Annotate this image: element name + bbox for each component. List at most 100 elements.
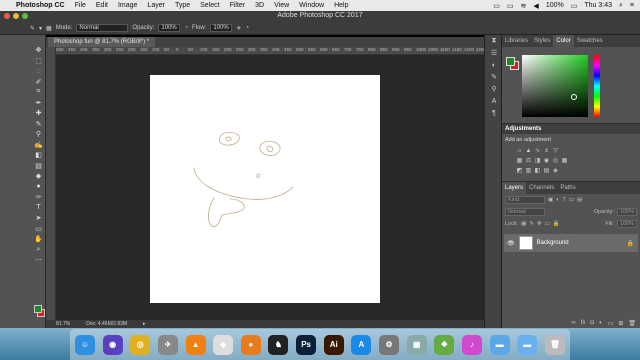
photo-filter-icon[interactable]: ◉ [543,158,550,165]
path-select-tool-icon[interactable]: ➤ [33,213,44,224]
selective-color-icon[interactable]: ◈ [552,168,559,175]
adjust-panel-icon[interactable]: ◐ [485,59,503,71]
hue-slider[interactable] [594,55,600,117]
new-layer-icon[interactable]: ⊞ [618,320,623,327]
trash-icon[interactable]: 🗑 [544,334,565,355]
menu-edit[interactable]: Edit [96,2,108,9]
document-tab[interactable]: Photoshop fun @ 81.7% (RGB/8*) * [48,37,156,47]
eraser-tool-icon[interactable]: ◧ [33,150,44,161]
adjustments-title[interactable]: Adjustments [502,124,640,134]
menu-view[interactable]: View [274,2,289,9]
mode-select[interactable]: Normal [76,24,129,32]
curves-icon[interactable]: ∿ [534,148,541,155]
status-arrow-icon[interactable]: ▸ [143,321,146,327]
brush-preset-picker[interactable]: ▾ [39,25,42,32]
new-adjustment-icon[interactable]: ◐ [599,320,603,326]
menu-layer[interactable]: Layer [147,2,165,9]
marquee-tool-icon[interactable]: ⬚ [33,56,44,67]
folder-icon[interactable]: ▬ [489,334,510,355]
properties-panel-icon[interactable]: ☰ [485,47,503,59]
opacity-field[interactable]: 100% [158,24,181,32]
tab-channels[interactable]: Channels [526,185,557,191]
volume-icon[interactable]: ◀ [533,2,538,10]
unity-icon[interactable]: ◆ [213,334,234,355]
photoshop-icon[interactable]: Ps [296,334,317,355]
clock[interactable]: Thu 3:43 [584,2,612,9]
add-mask-icon[interactable]: ◘ [590,320,594,326]
wifi-icon[interactable]: ≋ [521,2,527,10]
type-tool-icon[interactable]: T [33,203,44,214]
brush-settings-panel-icon[interactable]: ✎ [485,71,503,83]
black-white-icon[interactable]: ◨ [534,158,541,165]
new-group-icon[interactable]: ▭ [608,320,614,327]
color-lookup-icon[interactable]: ▦ [561,158,568,165]
levels-icon[interactable]: ▲ [525,148,532,155]
airplay-icon[interactable]: ▭ [507,2,514,10]
lock-artboard-icon[interactable]: ▭ [545,221,550,227]
pressure-opacity-icon[interactable]: ◔ [184,25,188,31]
battery-icon[interactable]: ▭ [571,2,578,10]
menu-help[interactable]: Help [334,2,348,9]
filter-type-icon[interactable]: T [563,197,566,203]
display-icon[interactable]: ▭ [493,2,500,10]
visibility-eye-icon[interactable]: 👁 [507,240,515,247]
color-balance-icon[interactable]: ⚖ [525,158,532,165]
threshold-icon[interactable]: ◧ [534,168,541,175]
hue-saturation-icon[interactable]: ▦ [516,158,523,165]
notification-icon[interactable]: ≡ [630,2,634,9]
tab-paths[interactable]: Paths [557,185,578,191]
vlc-icon[interactable]: ▲ [185,334,206,355]
posterize-icon[interactable]: ▥ [525,168,532,175]
lock-position-icon[interactable]: ✥ [537,221,542,227]
airbrush-icon[interactable]: ✈ [236,25,241,32]
hand-tool-icon[interactable]: ✋ [33,234,44,245]
link-layers-icon[interactable]: ∞ [571,320,575,326]
illustrator-icon[interactable]: Ai [323,334,344,355]
color-picker-cursor[interactable] [571,94,577,100]
flow-field[interactable]: 100% [210,24,233,32]
lasso-tool-icon[interactable]: ◌ [33,66,44,77]
clone-source-panel-icon[interactable]: ⚲ [485,83,503,95]
launchpad-icon[interactable]: ✈ [157,334,178,355]
finder-icon[interactable]: ☺ [75,334,95,355]
history-panel-icon[interactable]: ⧗ [485,35,503,47]
quick-select-tool-icon[interactable]: ✐ [33,77,44,88]
vertical-ruler[interactable] [46,47,56,320]
exposure-icon[interactable]: ± [543,148,550,155]
filter-pixel-icon[interactable]: ▣ [548,197,553,203]
blur-tool-icon[interactable]: ◆ [33,171,44,182]
battery-percent[interactable]: 100% [546,2,564,9]
fill-field[interactable]: 100% [616,220,637,228]
doc-size[interactable]: Doc: 4.46M/2.83M [86,321,127,327]
clone-stamp-tool-icon[interactable]: ⚲ [33,129,44,140]
lock-all-icon[interactable]: 🔒 [553,221,560,227]
lock-paint-icon[interactable]: ✎ [529,221,534,227]
gradient-map-icon[interactable]: ▤ [543,168,550,175]
layer-filter-kind[interactable]: Kind [505,196,545,204]
menu-type[interactable]: Type [175,2,190,9]
pressure-size-icon[interactable]: ◔ [245,25,249,31]
game-icon[interactable]: ❖ [434,334,455,355]
healing-brush-tool-icon[interactable]: ✚ [33,108,44,119]
filter-smart-icon[interactable]: ▤ [577,197,582,203]
tab-layers[interactable]: Layers [502,182,527,194]
layer-name[interactable]: Background [537,240,569,246]
filter-shape-icon[interactable]: ▭ [569,197,574,203]
tab-swatches[interactable]: Swatches [574,38,606,44]
chrome-icon[interactable]: ◎ [130,334,151,355]
brightness-icon[interactable]: ☼ [516,148,523,155]
siri-icon[interactable]: ◉ [102,334,123,355]
tab-styles[interactable]: Styles [531,38,553,44]
document-canvas[interactable] [150,75,380,303]
dodge-tool-icon[interactable]: ● [33,182,44,193]
vibrance-icon[interactable]: ▽ [552,148,559,155]
more-tools-icon[interactable]: ⋯ [33,255,44,266]
settings-icon[interactable]: ⚙ [379,334,400,355]
filter-adjust-icon[interactable]: ◐ [556,197,559,203]
color-picker-field[interactable] [522,55,588,117]
zoom-level[interactable]: 81.7% [56,321,70,327]
menu-image[interactable]: Image [118,2,137,9]
foreground-color-swatch[interactable] [34,305,42,313]
menu-file[interactable]: File [75,2,86,9]
lock-pixels-icon[interactable]: ▦ [521,221,526,227]
